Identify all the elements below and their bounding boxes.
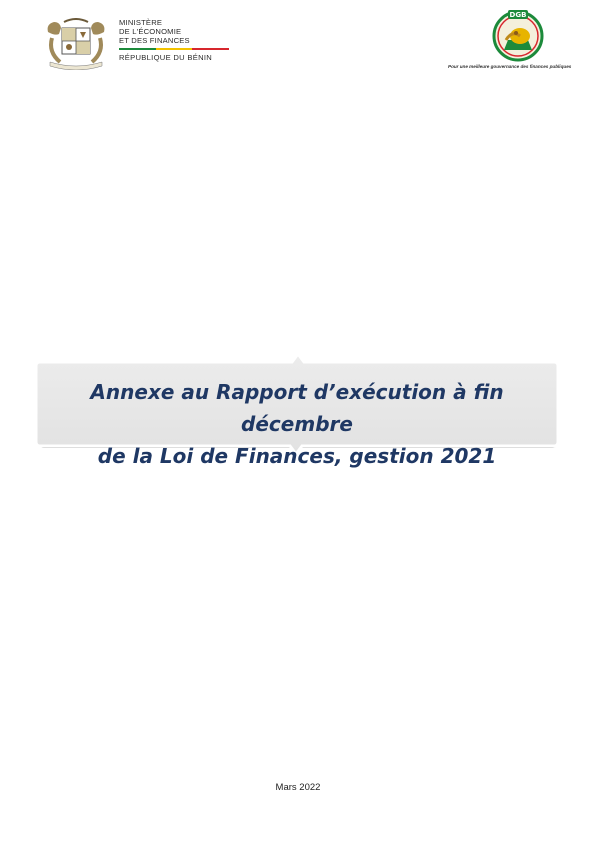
dgb-slogan: Pour une meilleure gouvernance des finan… <box>448 64 572 69</box>
title-line-2: de la Loi de Finances, gestion 2021 <box>97 444 497 468</box>
ministry-header: MINISTÈRE DE L'ÉCONOMIE ET DES FINANCES … <box>44 16 244 72</box>
ministry-name-line2: DE L'ÉCONOMIE <box>119 27 182 36</box>
ministry-name-line1: MINISTÈRE <box>119 18 163 27</box>
coat-of-arms-icon <box>47 18 105 70</box>
document-date: Mars 2022 <box>275 782 321 793</box>
ministry-name-line3: ET DES FINANCES <box>119 36 190 45</box>
dgb-logo-icon: DGB <box>492 10 544 62</box>
title-line-1: Annexe au Rapport d’exécution à fin déce… <box>90 380 504 436</box>
dgb-header: DGB Pour une meilleure gouvernance des f… <box>448 6 588 74</box>
flag-color-bar <box>119 48 230 50</box>
country-name: RÉPUBLIQUE DU BÉNIN <box>119 53 213 62</box>
document-title: Annexe au Rapport d’exécution à fin déce… <box>34 376 560 472</box>
svg-text:DGB: DGB <box>510 11 527 19</box>
title-banner: Annexe au Rapport d’exécution à fin déce… <box>34 354 560 468</box>
